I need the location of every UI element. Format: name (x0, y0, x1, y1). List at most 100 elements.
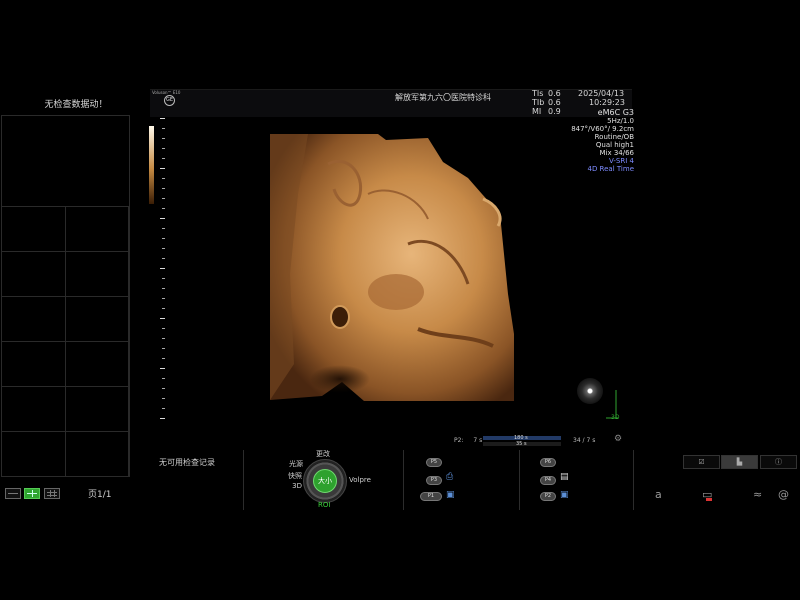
checklist-tab[interactable]: ☑ (683, 455, 720, 469)
thumbnail-slot[interactable] (66, 342, 129, 387)
ruler-tick (162, 188, 165, 189)
axis-label: 3D (611, 414, 620, 421)
ruler-tick (162, 258, 165, 259)
ruler-tick (162, 408, 165, 409)
thumbnail-slot-main[interactable] (2, 116, 129, 207)
exam-time: 10:29:23 (589, 98, 625, 107)
voluson-logo: Voluson™ E10 (152, 90, 181, 95)
p4-button[interactable]: P4 (540, 476, 556, 485)
depth-ruler (160, 118, 166, 420)
knob-label-light[interactable]: 光源 (289, 459, 303, 469)
ruler-tick (162, 278, 165, 279)
ruler-tick (162, 228, 165, 229)
thumbnail-slot[interactable] (66, 387, 129, 432)
thumbnail-slot[interactable] (2, 252, 66, 297)
info-tab[interactable]: ⓘ (760, 455, 797, 469)
p3-button[interactable]: P3 (426, 476, 442, 485)
ge-logo-icon: GE (164, 95, 175, 106)
ruler-tick (160, 318, 165, 319)
p6-button[interactable]: P6 (540, 458, 556, 467)
param-preset: Routine/OB (594, 133, 634, 141)
gray-scale-bar (149, 126, 154, 204)
ruler-tick (162, 248, 165, 249)
info-icon: ⓘ (775, 458, 782, 466)
layout-3x3-button[interactable] (44, 488, 60, 499)
p2-button[interactable]: P2 (540, 492, 556, 501)
thumbnail-slot[interactable] (2, 342, 66, 387)
thumbnail-grid (1, 115, 130, 477)
p5-button[interactable]: P5 (426, 458, 442, 467)
network-icon[interactable]: ≈ (753, 488, 762, 501)
ruler-tick (162, 148, 165, 149)
ruler-tick (162, 358, 165, 359)
thumbnail-slot[interactable] (66, 297, 129, 342)
ruler-tick (162, 138, 165, 139)
tib-value: 0.6 (548, 98, 561, 107)
knob-label-change[interactable]: 更改 (316, 449, 330, 459)
save-disk-icon[interactable]: ▣ (446, 490, 455, 500)
mi-value: 0.9 (548, 107, 561, 116)
knob-label-volpre[interactable]: Volpre (349, 476, 371, 484)
thumbnail-slot[interactable] (2, 387, 66, 432)
ruler-tick (160, 168, 165, 169)
p1-button[interactable]: P1 (420, 492, 442, 501)
ruler-tick (162, 338, 165, 339)
ruler-tick (162, 328, 165, 329)
ruler-tick (160, 368, 165, 369)
thumbnail-slot[interactable] (66, 206, 129, 252)
tis-label: TIs (532, 89, 544, 98)
tis-value: 0.6 (548, 89, 561, 98)
ruler-tick (162, 388, 165, 389)
ruler-tick (160, 118, 165, 119)
hospital-name: 解放军第九六〇医院特诊科 (395, 93, 491, 102)
thumbnail-slot[interactable] (2, 297, 66, 342)
ruler-tick (162, 308, 165, 309)
measure-tab[interactable]: ▙ (721, 455, 758, 469)
printer-icon[interactable]: ⎙ (446, 472, 453, 482)
divider (519, 450, 520, 510)
text-a-icon[interactable]: a (655, 488, 662, 501)
page-indicator: 页1/1 (88, 490, 112, 500)
no-exam-message: 无检查数据动！ (44, 100, 108, 110)
cine-p2-label: P2: 7 s (454, 437, 483, 444)
bar-chart-icon: ▙ (736, 458, 743, 466)
checklist-icon: ☑ (698, 458, 705, 466)
param-quality: Qual high1 (595, 141, 634, 149)
param-mix: Mix 34/66 (599, 149, 634, 157)
probe-name: eM6C G3 (597, 108, 634, 117)
gear-icon[interactable]: ⚙ (614, 434, 622, 444)
divider (243, 450, 244, 510)
orientation-sphere-icon[interactable] (577, 378, 603, 404)
thumbnail-slot[interactable] (66, 432, 129, 476)
save-disk-icon[interactable]: ▣ (560, 490, 569, 500)
ruler-tick (162, 158, 165, 159)
divider (633, 450, 634, 510)
ruler-tick (160, 418, 165, 419)
report-icon[interactable]: ▤ (560, 472, 569, 482)
ruler-tick (162, 398, 165, 399)
ruler-tick (162, 238, 165, 239)
param-angle-depth: 847°/V60°/ 9.2cm (571, 125, 634, 133)
thumbnail-slot[interactable] (2, 206, 66, 252)
ruler-tick (162, 298, 165, 299)
ruler-tick (162, 348, 165, 349)
ruler-tick (162, 208, 165, 209)
param-vsri: V-SRI 4 (609, 157, 634, 165)
layout-2x2-button[interactable] (24, 488, 40, 499)
thumbnail-slot[interactable] (2, 432, 66, 476)
ruler-tick (162, 128, 165, 129)
param-frequency: 5Hz/1.0 (607, 117, 634, 125)
knob-center-size[interactable]: 大小 (313, 469, 337, 493)
cine-bar-bottom-text: 35 s (516, 441, 527, 447)
ruler-tick (162, 378, 165, 379)
exam-date: 2025/04/13 (578, 89, 625, 98)
knob-label-snapshot-3d[interactable]: 快照 3D (284, 471, 302, 491)
layout-1x2-button[interactable] (5, 488, 21, 499)
ruler-tick (162, 178, 165, 179)
at-icon[interactable]: @ (778, 488, 789, 501)
3d-volume-render[interactable] (268, 134, 515, 401)
thumbnail-slot[interactable] (66, 252, 129, 297)
knob-label-roi[interactable]: ROI (318, 501, 330, 509)
ruler-tick (162, 288, 165, 289)
record-indicator-icon (706, 498, 712, 501)
